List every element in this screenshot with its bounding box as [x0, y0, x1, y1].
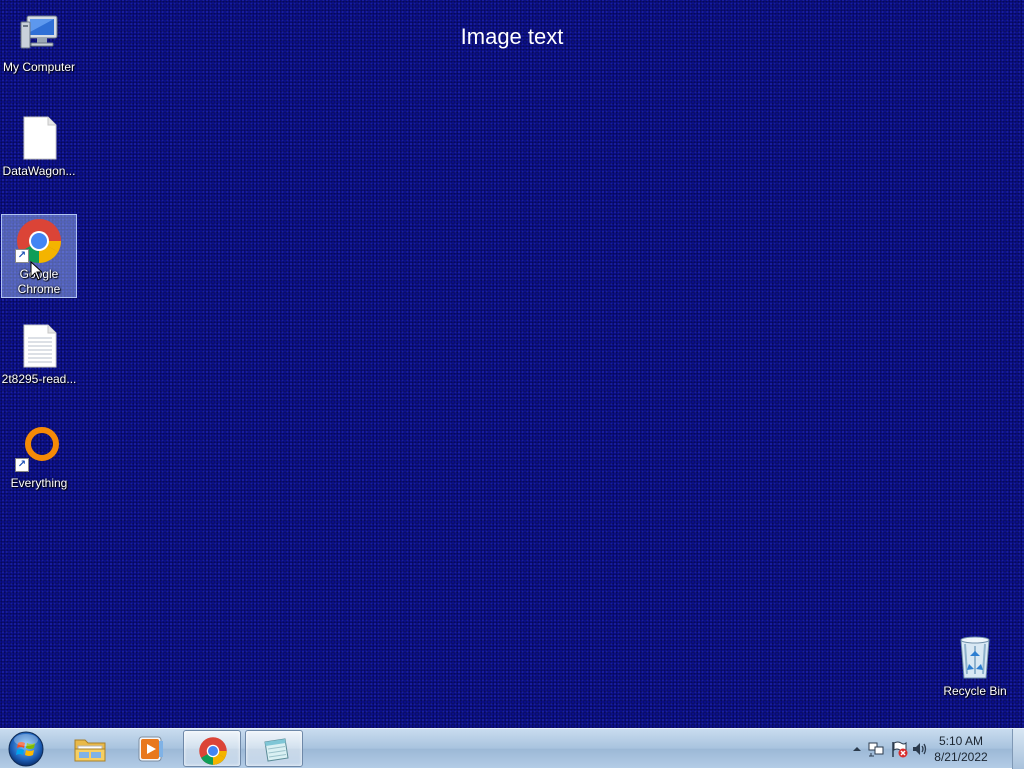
show-desktop-button[interactable]	[1012, 729, 1024, 769]
taskbar-button-media-player[interactable]	[121, 730, 179, 767]
notepad-icon	[264, 738, 289, 762]
blank-file-icon	[15, 114, 63, 162]
desktop-icon-datawagon[interactable]: DataWagon...	[1, 112, 77, 194]
media-player-icon	[138, 736, 163, 762]
desktop-icon-label: DataWagon...	[2, 164, 76, 178]
desktop: Image text My Computer DataWagon... ↗ Go…	[0, 0, 1024, 728]
clock[interactable]: 5:10 AM 8/21/2022	[926, 733, 996, 765]
desktop-icon-label: 2t8295-read...	[1, 372, 77, 386]
text-file-icon	[15, 322, 63, 370]
desktop-icon-label: Recycle Bin	[943, 684, 1007, 698]
mouse-cursor-icon	[30, 260, 44, 285]
taskbar-button-google-chrome[interactable]	[183, 730, 241, 767]
desktop-icon-label: Everything	[10, 476, 68, 490]
clock-time: 5:10 AM	[938, 734, 984, 748]
folder-icon	[74, 739, 106, 762]
desktop-icon-google-chrome[interactable]: ↗ Google Chrome	[1, 214, 77, 298]
desktop-icon-text-file[interactable]: 2t8295-read...	[1, 320, 77, 402]
recycle-bin-icon	[951, 634, 999, 682]
show-hidden-icons-arrow[interactable]	[850, 741, 868, 759]
clock-date: 8/21/2022	[934, 750, 988, 764]
computer-icon	[15, 10, 63, 58]
chrome-icon: ↗	[15, 217, 63, 265]
shortcut-arrow-icon: ↗	[15, 249, 29, 263]
shortcut-arrow-icon: ↗	[15, 458, 29, 472]
image-text-banner: Image text	[460, 24, 564, 49]
desktop-icon-recycle-bin[interactable]: Recycle Bin	[937, 632, 1013, 714]
system-tray: 5:10 AM 8/21/2022	[834, 729, 1024, 769]
action-center-flag-icon[interactable]	[890, 740, 908, 758]
desktop-icon-everything[interactable]: ↗ Everything	[1, 424, 77, 506]
taskbar: 5:10 AM 8/21/2022	[0, 728, 1024, 769]
windows-start-icon	[8, 731, 44, 767]
taskbar-button-file-explorer[interactable]	[60, 730, 118, 767]
desktop-icon-label: My Computer	[2, 60, 76, 74]
chrome-icon	[199, 737, 227, 765]
start-button[interactable]	[6, 730, 46, 768]
everything-icon: ↗	[15, 426, 63, 474]
network-icon[interactable]	[868, 740, 886, 758]
taskbar-button-notepad[interactable]	[245, 730, 303, 767]
desktop-icon-my-computer[interactable]: My Computer	[1, 8, 77, 90]
